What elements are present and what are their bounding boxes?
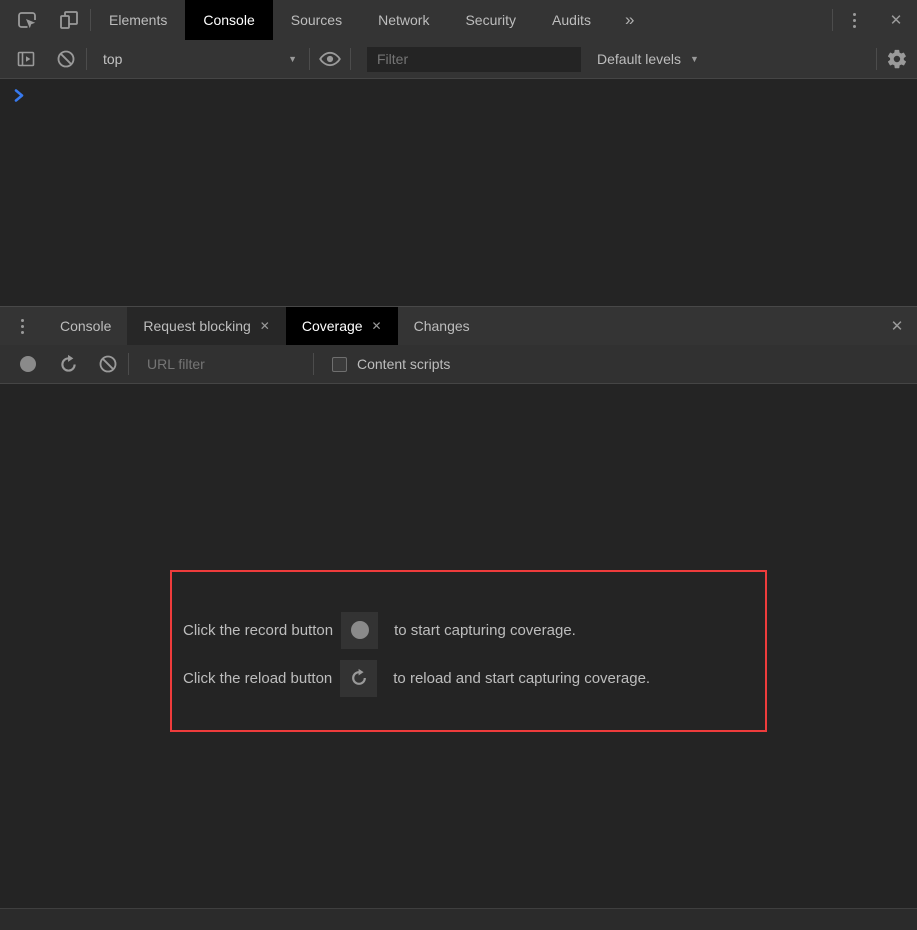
- coverage-toolbar: Content scripts: [0, 345, 917, 384]
- tab-label: Coverage: [301, 318, 363, 334]
- drawer-tab-coverage[interactable]: Coverage ✕: [285, 307, 398, 345]
- tab-network[interactable]: Network: [360, 0, 447, 40]
- live-expression-button[interactable]: [310, 40, 350, 78]
- close-drawer-button[interactable]: ✕: [877, 307, 917, 345]
- reload-instruction-line: Click the reload button to reload and st…: [183, 659, 765, 697]
- console-toolbar: top ▼ Default levels ▼: [0, 40, 917, 79]
- device-toolbar-icon: [60, 11, 78, 29]
- instruction-text: Click the record button: [183, 621, 334, 639]
- main-menu-button[interactable]: [833, 0, 875, 40]
- content-scripts-checkbox[interactable]: [332, 356, 347, 372]
- instruction-text: Click the reload button: [183, 669, 333, 687]
- device-toolbar-button[interactable]: [48, 0, 90, 40]
- close-tab-icon[interactable]: ✕: [260, 319, 270, 333]
- drawer-menu-button[interactable]: [0, 307, 44, 345]
- close-icon: ✕: [889, 12, 903, 29]
- tab-label: Console: [60, 318, 112, 334]
- start-coverage-record-button[interactable]: [8, 345, 48, 383]
- instruction-text: to start capturing coverage.: [394, 621, 576, 639]
- clear-coverage-button[interactable]: [88, 345, 128, 383]
- divider: [313, 353, 314, 375]
- kebab-menu-icon: [20, 317, 24, 335]
- console-messages-area[interactable]: [0, 79, 917, 306]
- dropdown-arrow-icon: ▼: [690, 54, 699, 64]
- bottom-strip: [0, 908, 917, 930]
- drawer-tabbar: Console Request blocking ✕ Coverage ✕ Ch…: [0, 306, 917, 345]
- reload-button-illustration: [340, 659, 378, 697]
- tab-label: Changes: [413, 318, 470, 334]
- log-levels-dropdown[interactable]: Default levels ▼: [581, 40, 715, 78]
- console-settings-button[interactable]: [877, 40, 917, 78]
- clear-console-icon: [57, 50, 75, 68]
- console-sidebar-icon: [17, 51, 35, 67]
- content-scripts-label: Content scripts: [357, 356, 451, 372]
- drawer-tab-request-blocking[interactable]: Request blocking ✕: [127, 307, 286, 345]
- tab-sources[interactable]: Sources: [273, 0, 360, 40]
- clear-console-button[interactable]: [46, 40, 86, 78]
- instruction-text: to reload and start capturing coverage.: [393, 669, 651, 687]
- more-tabs-icon[interactable]: »: [609, 10, 650, 30]
- record-icon: [350, 621, 369, 639]
- block-icon: [99, 355, 117, 373]
- console-sidebar-button[interactable]: [6, 40, 46, 78]
- inspect-button[interactable]: [6, 0, 48, 40]
- record-icon: [20, 356, 36, 372]
- tab-label: Security: [465, 12, 517, 28]
- eye-icon: [319, 51, 341, 67]
- context-value: top: [103, 51, 123, 67]
- tab-security[interactable]: Security: [447, 0, 534, 40]
- levels-value: Default levels: [597, 51, 682, 67]
- coverage-panel: Click the record button to start capturi…: [0, 384, 917, 908]
- tab-elements[interactable]: Elements: [91, 0, 185, 40]
- tab-label: Console: [203, 12, 255, 28]
- prompt-chevron-icon: [14, 89, 24, 102]
- highlight-box: Click the record button to start capturi…: [170, 570, 767, 732]
- divider: [128, 353, 129, 375]
- reload-and-capture-button[interactable]: [48, 345, 88, 383]
- main-tabbar: Elements Console Sources Network Securit…: [0, 0, 917, 40]
- divider: [350, 48, 351, 70]
- console-filter-input[interactable]: [367, 46, 581, 72]
- close-tab-icon[interactable]: ✕: [372, 319, 382, 333]
- record-button-illustration: [341, 611, 379, 649]
- close-icon: ✕: [890, 318, 904, 335]
- tab-console[interactable]: Console: [185, 0, 273, 40]
- dropdown-arrow-icon: ▼: [288, 54, 297, 64]
- kebab-menu-icon: [852, 11, 856, 29]
- execution-context-selector[interactable]: top ▼: [87, 40, 309, 78]
- tab-label: Elements: [109, 12, 168, 28]
- tab-label: Audits: [552, 12, 591, 28]
- tab-label: Network: [378, 12, 430, 28]
- close-devtools-button[interactable]: ✕: [875, 0, 917, 40]
- tab-audits[interactable]: Audits: [534, 0, 609, 40]
- drawer-tab-console[interactable]: Console: [44, 307, 127, 345]
- inspect-icon: [18, 12, 36, 29]
- record-instruction-line: Click the record button to start capturi…: [183, 611, 765, 649]
- gear-icon: [887, 49, 906, 69]
- tab-label: Sources: [290, 12, 343, 28]
- tab-label: Request blocking: [143, 318, 251, 334]
- drawer-tab-changes[interactable]: Changes: [398, 307, 486, 345]
- url-filter-input[interactable]: [137, 356, 313, 372]
- reload-icon: [60, 354, 76, 372]
- reload-icon: [351, 668, 366, 685]
